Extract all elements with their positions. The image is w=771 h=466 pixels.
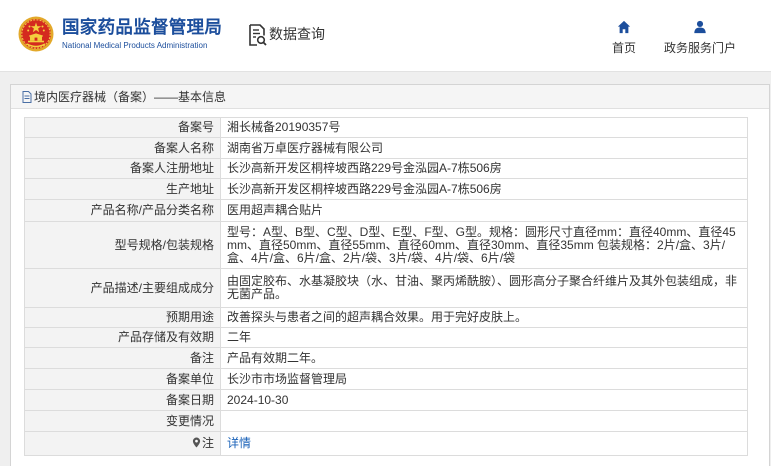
nav-service-portal-label: 政务服务门户 — [663, 41, 736, 55]
row-value: 长沙市市场监督管理局 — [220, 368, 748, 390]
row-value — [220, 410, 748, 432]
home-icon — [617, 20, 631, 34]
row-value: 2024-10-30 — [220, 389, 748, 411]
table-row: 变更情况 — [24, 410, 748, 432]
data-query-label: 数据查询 — [269, 26, 325, 42]
table-row: 产品名称/产品分类名称 医用超声耦合贴片 — [24, 199, 748, 222]
note-value-cell: 详情 — [220, 431, 748, 456]
row-value: 产品有效期二年。 — [220, 347, 748, 369]
row-label: 备案号 — [24, 117, 221, 138]
row-label: 预期用途 — [24, 307, 221, 328]
nav-home-label: 首页 — [611, 41, 636, 55]
row-label: 生产地址 — [24, 178, 221, 200]
national-emblem-icon — [18, 16, 54, 52]
record-table: 备案号 湘长械备20190357号 备案人名称 湖南省万卓医疗器械有限公司 备案… — [24, 117, 748, 456]
row-value: 长沙高新开发区桐梓坡西路229号金泓园A-7栋506房 — [220, 158, 748, 179]
row-label: 产品描述/主要组成成分 — [24, 268, 221, 308]
row-label: 型号规格/包装规格 — [24, 221, 221, 269]
row-label: 备案单位 — [24, 368, 221, 390]
document-icon — [22, 90, 32, 103]
row-value: 长沙高新开发区桐梓坡西路229号金泓园A-7栋506房 — [220, 178, 748, 200]
row-value: 型号：A型、B型、C型、D型、E型、F型、G型。规格：圆形尺寸直径mm：直径40… — [220, 221, 748, 269]
row-label: 备案日期 — [24, 389, 221, 411]
row-value: 医用超声耦合贴片 — [220, 199, 748, 222]
table-row: 产品描述/主要组成成分 由固定胶布、水基凝胶块（水、甘油、聚丙烯酰胺）、圆形高分… — [24, 268, 748, 308]
row-label: 变更情况 — [24, 410, 221, 432]
note-label-cell: 注 — [24, 431, 221, 456]
user-icon — [694, 20, 706, 34]
nav-home[interactable]: 首页 — [600, 17, 648, 55]
table-row: 型号规格/包装规格 型号：A型、B型、C型、D型、E型、F型、G型。规格：圆形尺… — [24, 221, 748, 269]
org-name-en: National Medical Products Administration — [62, 41, 208, 50]
row-label: 备案人注册地址 — [24, 158, 221, 179]
row-label: 产品名称/产品分类名称 — [24, 199, 221, 222]
table-row: 备案单位 长沙市市场监督管理局 — [24, 368, 748, 390]
record-panel: 境内医疗器械（备案）——基本信息 备案号 湘长械备20190357号 备案人名称… — [10, 84, 770, 466]
row-value: 湘长械备20190357号 — [220, 117, 748, 138]
org-name-cn: 国家药品监督管理局 — [62, 17, 223, 37]
row-value: 二年 — [220, 327, 748, 348]
row-label: 产品存储及有效期 — [24, 327, 221, 348]
panel-header: 境内医疗器械（备案）——基本信息 — [11, 85, 769, 109]
detail-link[interactable]: 详情 — [227, 436, 251, 450]
data-search-icon — [249, 24, 267, 46]
table-row: 预期用途 改善探头与患者之间的超声耦合效果。用于完好皮肤上。 — [24, 307, 748, 328]
table-row: 备案日期 2024-10-30 — [24, 389, 748, 411]
table-row: 生产地址 长沙高新开发区桐梓坡西路229号金泓园A-7栋506房 — [24, 178, 748, 200]
note-row: 注 详情 — [24, 431, 748, 456]
site-header: 国家药品监督管理局 National Medical Products Admi… — [0, 0, 771, 72]
table-row: 产品存储及有效期 二年 — [24, 327, 748, 348]
table-row: 备案号 湘长械备20190357号 — [24, 117, 748, 138]
table-row: 备注 产品有效期二年。 — [24, 347, 748, 369]
row-value: 由固定胶布、水基凝胶块（水、甘油、聚丙烯酰胺）、圆形高分子聚合纤维片及其外包装组… — [220, 268, 748, 308]
row-label: 备案人名称 — [24, 137, 221, 159]
panel-title: 境内医疗器械（备案）——基本信息 — [34, 89, 227, 104]
row-label: 备注 — [24, 347, 221, 369]
table-row: 备案人注册地址 长沙高新开发区桐梓坡西路229号金泓园A-7栋506房 — [24, 158, 748, 179]
table-row: 备案人名称 湖南省万卓医疗器械有限公司 — [24, 137, 748, 159]
pin-icon — [192, 437, 201, 448]
row-value: 改善探头与患者之间的超声耦合效果。用于完好皮肤上。 — [220, 307, 748, 328]
site-logo-link[interactable]: 国家药品监督管理局 National Medical Products Admi… — [16, 15, 226, 55]
nav-service-portal[interactable]: 政务服务门户 — [655, 17, 745, 55]
row-value: 湖南省万卓医疗器械有限公司 — [220, 137, 748, 159]
note-label: 注 — [201, 436, 214, 450]
